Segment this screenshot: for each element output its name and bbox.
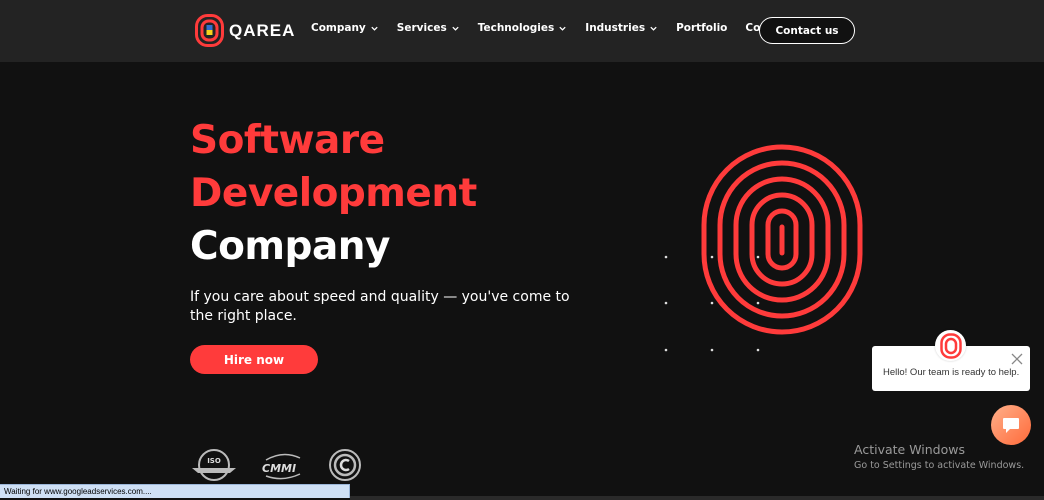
nav-item-industries[interactable]: Industries — [585, 22, 658, 34]
chat-bubble-icon — [1003, 418, 1019, 433]
browser-status-bar: Waiting for www.googleadservices.com.... — [0, 484, 350, 498]
iso-badge-text: ISO — [207, 457, 221, 465]
chat-agent-avatar — [935, 330, 966, 361]
nav-item-label: Company — [311, 22, 366, 34]
qarea-logo-icon — [939, 332, 962, 359]
certification-badge-icon — [329, 449, 361, 481]
cmmi-badge-text: CMMI — [262, 462, 296, 475]
qarea-logo-icon — [195, 14, 224, 47]
decorative-dots — [664, 255, 760, 352]
chevron-down-icon — [452, 26, 459, 31]
hero-title: Software Development Company — [190, 114, 477, 273]
chevron-down-icon — [371, 26, 378, 31]
nav-item-label: Services — [396, 22, 447, 34]
site-header: QAREA Company Services Technologies Indu… — [0, 0, 1044, 62]
hero-title-line: Software — [190, 118, 385, 163]
nav-item-portfolio[interactable]: Portfolio — [676, 22, 727, 34]
nav-item-label: Industries — [585, 22, 646, 34]
logo-text: QAREA — [229, 20, 296, 40]
cmmi-badge-icon: CMMI — [262, 453, 301, 480]
contact-us-button[interactable]: Contact us — [759, 17, 855, 44]
activate-title: Activate Windows — [854, 442, 965, 457]
hero-title-line: Company — [190, 224, 390, 269]
activate-subtitle: Go to Settings to activate Windows. — [854, 460, 1025, 471]
hire-now-button[interactable]: Hire now — [190, 345, 318, 374]
chevron-down-icon — [650, 26, 657, 31]
nav-item-label: Portfolio — [676, 22, 728, 34]
nav-item-services[interactable]: Services — [397, 22, 460, 34]
chat-popup-message: Hello! Our team is ready to help. — [883, 367, 1020, 378]
nav-item-label: Technologies — [477, 22, 555, 34]
close-icon[interactable] — [1011, 353, 1023, 365]
chat-open-button[interactable] — [991, 405, 1031, 445]
bottom-divider — [350, 496, 1044, 500]
nav-item-technologies[interactable]: Technologies — [478, 22, 568, 34]
main-nav: Company Services Technologies Industries… — [311, 22, 823, 34]
hero-subtitle: If you care about speed and quality — yo… — [190, 289, 570, 324]
nav-item-company[interactable]: Company — [311, 22, 379, 34]
logo[interactable]: QAREA — [195, 14, 295, 47]
hero-title-line: Development — [190, 171, 477, 216]
chevron-down-icon — [559, 26, 566, 31]
windows-activation-watermark: Activate Windows Go to Settings to activ… — [854, 442, 1024, 472]
iso-badge-icon: ISO — [192, 449, 236, 481]
